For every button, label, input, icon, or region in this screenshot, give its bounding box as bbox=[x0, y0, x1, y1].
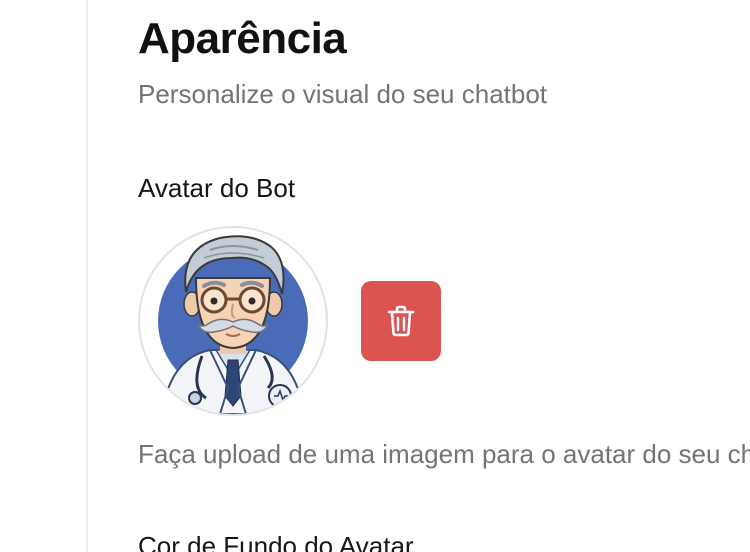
avatar-help-text: Faça upload de uma imagem para o avatar … bbox=[138, 439, 750, 469]
avatar-section-title: Avatar do Bot bbox=[138, 173, 296, 203]
appearance-panel: Aparência Personalize o visual do seu ch… bbox=[138, 0, 750, 552]
avatar-background-section-title: Cor de Fundo do Avatar bbox=[138, 531, 414, 552]
delete-avatar-button[interactable] bbox=[361, 281, 441, 361]
page-subtitle: Personalize o visual do seu chatbot bbox=[138, 79, 548, 109]
sidebar bbox=[0, 0, 88, 552]
bot-avatar-image[interactable] bbox=[138, 226, 328, 416]
trash-icon bbox=[387, 305, 415, 337]
page-title: Aparência bbox=[138, 14, 347, 63]
doctor-avatar-illustration bbox=[158, 235, 308, 414]
